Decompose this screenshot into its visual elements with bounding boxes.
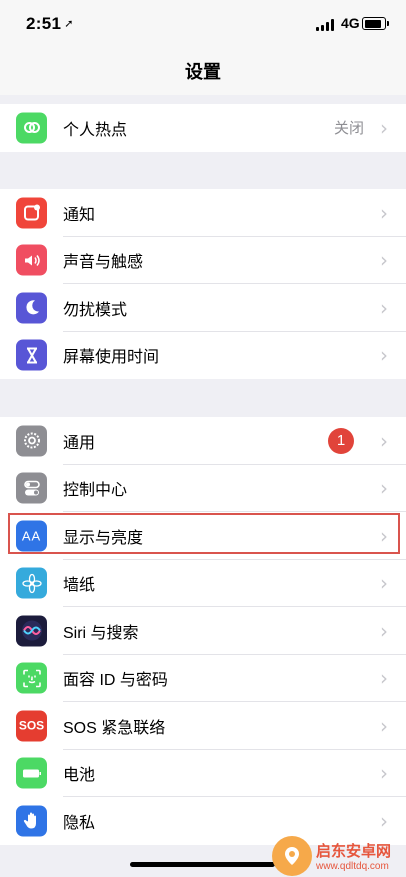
settings-row-label: 屏幕使用时间 — [63, 349, 160, 367]
chevron-right-icon: › — [380, 343, 388, 368]
settings-row-label: 勿扰模式 — [63, 301, 128, 319]
home-indicator[interactable] — [130, 862, 275, 867]
battery-icon — [16, 757, 47, 789]
settings-row-notifications[interactable]: 通知 › — [0, 189, 406, 237]
signal-icon — [316, 19, 336, 31]
faceid-icon — [16, 662, 47, 694]
network-type: 4G — [341, 15, 360, 31]
settings-row-control-center[interactable]: 控制中心 › — [0, 465, 406, 512]
chevron-right-icon: › — [380, 428, 388, 453]
hand-icon — [16, 805, 47, 837]
chevron-right-icon: › — [380, 761, 388, 786]
location-arrow-icon: ➚ — [64, 18, 74, 30]
settings-row-value: 关闭 — [333, 120, 364, 138]
chevron-right-icon: › — [380, 295, 388, 320]
settings-row-label: SOS 紧急联络 — [63, 719, 166, 737]
chevron-right-icon: › — [380, 666, 388, 691]
settings-row-label: 声音与触感 — [63, 254, 144, 272]
highlight-box — [8, 513, 400, 554]
toggles-icon — [16, 472, 47, 504]
sound-icon — [16, 244, 47, 276]
settings-row-do-not-disturb[interactable]: 勿扰模式 › — [0, 284, 406, 332]
gear-icon — [16, 425, 47, 457]
settings-row-label: 隐私 — [63, 814, 96, 832]
page-title: 设置 — [185, 62, 221, 82]
settings-group-general: 通用 1 › 控制中心 › AA 显示与亮度 › 墙纸 › Siri 与搜索 › — [0, 417, 406, 845]
settings-row-hotspot[interactable]: 个人热点 关闭 › — [0, 104, 406, 152]
chevron-right-icon: › — [380, 248, 388, 273]
settings-row-label: 通用 — [63, 434, 96, 452]
siri-icon — [16, 615, 47, 647]
chevron-right-icon: › — [380, 618, 388, 643]
settings-row-label: Siri 与搜索 — [63, 624, 139, 642]
chevron-right-icon: › — [380, 571, 388, 596]
settings-row-screen-time[interactable]: 屏幕使用时间 › — [0, 332, 406, 380]
settings-row-label: 个人热点 — [63, 121, 128, 139]
watermark-logo-icon — [272, 835, 312, 876]
hourglass-icon — [16, 339, 47, 371]
status-time: 2:51 ➚ — [26, 14, 74, 33]
settings-group-hotspot: 个人热点 关闭 › — [0, 104, 406, 152]
settings-group-notifications: 通知 › 声音与触感 › 勿扰模式 › 屏幕使用时间 › — [0, 189, 406, 379]
settings-row-emergency-sos[interactable]: SOS SOS 紧急联络 › — [0, 702, 406, 750]
notification-badge: 1 — [328, 427, 354, 454]
settings-row-sounds[interactable]: 声音与触感 › — [0, 237, 406, 284]
notifications-icon — [16, 197, 47, 229]
status-bar: 2:51 ➚ 4G — [0, 0, 406, 50]
settings-row-label: 面容 ID 与密码 — [63, 672, 168, 690]
watermark-name: 启东安卓网 — [316, 842, 392, 860]
settings-row-wallpaper[interactable]: 墙纸 › — [0, 560, 406, 607]
battery-status-icon — [362, 17, 389, 30]
watermark: 启东安卓网 www.qdltdq.com — [272, 834, 406, 877]
chevron-right-icon: › — [380, 713, 388, 738]
chevron-right-icon: › — [380, 476, 388, 501]
settings-row-label: 墙纸 — [63, 577, 96, 595]
settings-row-label: 通知 — [63, 206, 96, 224]
moon-icon — [16, 292, 47, 324]
settings-row-general[interactable]: 通用 1 › — [0, 417, 406, 465]
settings-row-face-id[interactable]: 面容 ID 与密码 › — [0, 655, 406, 702]
settings-row-label: 控制中心 — [63, 482, 128, 500]
chevron-right-icon: › — [380, 808, 388, 833]
settings-row-label: 电池 — [63, 767, 96, 785]
wallpaper-icon — [16, 567, 47, 599]
sos-icon: SOS — [16, 710, 47, 742]
hotspot-icon — [16, 112, 47, 144]
settings-row-battery[interactable]: 电池 › — [0, 750, 406, 797]
chevron-right-icon: › — [380, 115, 388, 140]
watermark-url: www.qdltdq.com — [316, 860, 389, 872]
chevron-right-icon: › — [380, 200, 388, 225]
settings-row-siri[interactable]: Siri 与搜索 › — [0, 607, 406, 655]
